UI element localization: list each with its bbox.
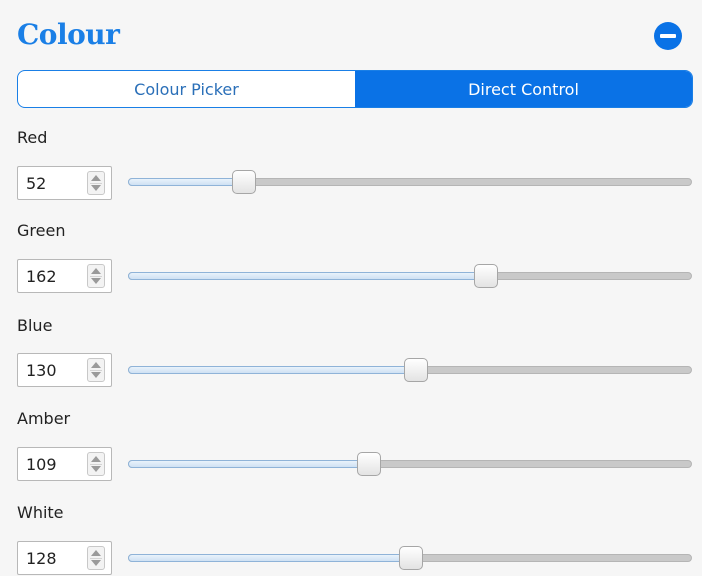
green-slider[interactable] xyxy=(128,264,692,288)
tab-direct-control[interactable]: Direct Control xyxy=(355,71,692,107)
arrow-down-icon[interactable] xyxy=(91,466,101,472)
blue-spinbox[interactable]: 130 xyxy=(17,353,112,387)
red-slider-handle[interactable] xyxy=(231,170,256,194)
arrow-up-icon[interactable] xyxy=(91,456,101,462)
red-spinbox[interactable]: 52 xyxy=(17,166,112,200)
blue-slider-fill xyxy=(128,366,415,374)
green-slider-handle[interactable] xyxy=(473,264,498,288)
white-spinbox[interactable]: 128 xyxy=(17,541,112,575)
amber-value[interactable]: 109 xyxy=(26,455,57,474)
arrow-down-icon[interactable] xyxy=(91,372,101,378)
red-value[interactable]: 52 xyxy=(26,174,46,193)
collapse-icon[interactable] xyxy=(654,22,682,50)
white-value[interactable]: 128 xyxy=(26,549,57,568)
white-slider-handle[interactable] xyxy=(399,546,424,570)
white-label: White xyxy=(17,503,64,522)
green-spinbox[interactable]: 162 xyxy=(17,259,112,293)
colour-panel-header: Colour xyxy=(17,18,682,58)
amber-spinbox[interactable]: 109 xyxy=(17,447,112,481)
arrow-down-icon[interactable] xyxy=(91,278,101,284)
white-slider[interactable] xyxy=(128,546,692,570)
green-label: Green xyxy=(17,221,66,240)
red-label: Red xyxy=(17,128,48,147)
arrow-up-icon[interactable] xyxy=(91,175,101,181)
red-slider[interactable] xyxy=(128,170,692,194)
panel-title: Colour xyxy=(17,18,120,51)
white-slider-fill xyxy=(128,554,411,562)
mode-tabs: Colour Picker Direct Control xyxy=(17,70,693,108)
arrow-up-icon[interactable] xyxy=(91,268,101,274)
blue-slider-handle[interactable] xyxy=(403,358,428,382)
white-stepper[interactable] xyxy=(87,546,105,570)
blue-label: Blue xyxy=(17,316,53,335)
blue-stepper[interactable] xyxy=(87,358,105,382)
arrow-up-icon[interactable] xyxy=(91,362,101,368)
green-value[interactable]: 162 xyxy=(26,267,57,286)
amber-slider-handle[interactable] xyxy=(356,452,381,476)
amber-slider[interactable] xyxy=(128,452,692,476)
arrow-down-icon[interactable] xyxy=(91,185,101,191)
blue-slider[interactable] xyxy=(128,358,692,382)
arrow-up-icon[interactable] xyxy=(91,550,101,556)
amber-label: Amber xyxy=(17,409,71,428)
tab-colour-picker[interactable]: Colour Picker xyxy=(18,71,355,107)
red-slider-fill xyxy=(128,178,243,186)
red-stepper[interactable] xyxy=(87,171,105,195)
amber-slider-fill xyxy=(128,460,368,468)
green-stepper[interactable] xyxy=(87,264,105,288)
blue-value[interactable]: 130 xyxy=(26,361,57,380)
green-slider-fill xyxy=(128,272,485,280)
arrow-down-icon[interactable] xyxy=(91,560,101,566)
amber-stepper[interactable] xyxy=(87,452,105,476)
